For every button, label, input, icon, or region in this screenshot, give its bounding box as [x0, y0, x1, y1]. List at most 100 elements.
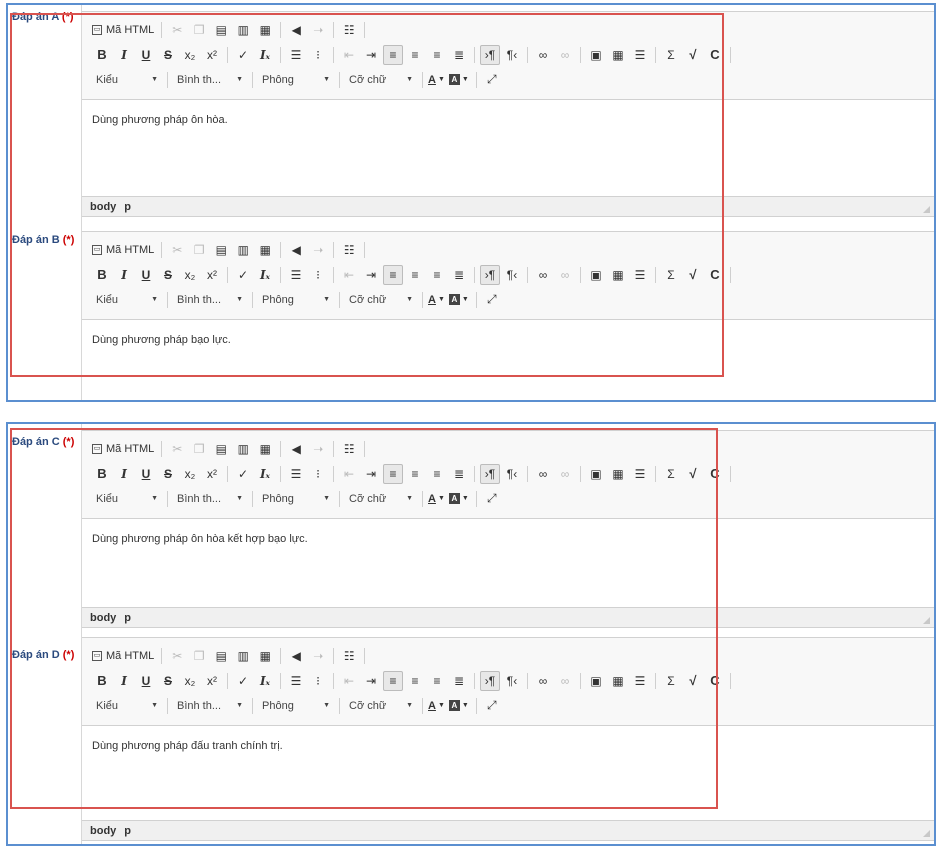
cut-icon[interactable]: ✂	[167, 646, 187, 666]
rtl-icon[interactable]: ¶‹	[502, 464, 522, 484]
source-button[interactable]: ▭ Mã HTML	[92, 650, 154, 662]
formula-icon[interactable]: Σ	[661, 464, 681, 484]
align-right-icon[interactable]: ≡	[427, 45, 447, 65]
bg-color-button[interactable]: A ▼	[448, 493, 469, 504]
editor-content[interactable]: Dùng phương pháp đấu tranh chính trị.	[82, 726, 934, 820]
sqrt-icon[interactable]: √	[683, 671, 703, 691]
copy-icon[interactable]: ❐	[189, 20, 209, 40]
underline-icon[interactable]: U	[136, 464, 156, 484]
size-combo[interactable]: Cỡ chữ ▼	[345, 493, 417, 505]
underline-icon[interactable]: U	[136, 671, 156, 691]
superscript-icon[interactable]: x²	[202, 265, 222, 285]
strikethrough-icon[interactable]: S	[158, 464, 178, 484]
chem-icon[interactable]: C	[705, 671, 725, 691]
undo-icon[interactable]: ◀	[286, 646, 306, 666]
image-icon[interactable]: ▣	[586, 464, 606, 484]
copy-format-icon[interactable]: ✓	[233, 265, 253, 285]
numbered-list-icon[interactable]: ☰	[286, 671, 306, 691]
image-icon[interactable]: ▣	[586, 45, 606, 65]
size-combo[interactable]: Cỡ chữ ▼	[345, 74, 417, 86]
template-icon[interactable]: ☷	[339, 240, 359, 260]
indent-icon[interactable]: ⇥	[361, 45, 381, 65]
bulleted-list-icon[interactable]: ⁝	[308, 45, 328, 65]
subscript-icon[interactable]: x₂	[180, 464, 200, 484]
link-icon[interactable]: ∞	[533, 464, 553, 484]
formula-icon[interactable]: Σ	[661, 45, 681, 65]
undo-icon[interactable]: ◀	[286, 240, 306, 260]
paste-word-icon[interactable]: ▦	[255, 20, 275, 40]
bold-icon[interactable]: B	[92, 265, 112, 285]
resize-grip-icon[interactable]	[923, 206, 930, 213]
justify-icon[interactable]: ≣	[449, 464, 469, 484]
align-left-icon[interactable]: ≡	[383, 670, 403, 691]
cut-icon[interactable]: ✂	[167, 20, 187, 40]
format-combo[interactable]: Bình th... ▼	[173, 294, 247, 306]
horizontal-rule-icon[interactable]: ☰	[630, 45, 650, 65]
ltr-icon[interactable]: ›¶	[480, 44, 500, 65]
redo-icon[interactable]: ➝	[308, 20, 328, 40]
align-center-icon[interactable]: ≡	[405, 464, 425, 484]
copy-format-icon[interactable]: ✓	[233, 671, 253, 691]
chem-icon[interactable]: C	[705, 464, 725, 484]
remove-format-icon[interactable]: Iₓ	[255, 265, 275, 285]
strikethrough-icon[interactable]: S	[158, 265, 178, 285]
maximize-icon[interactable]: ⤢	[482, 696, 502, 716]
rtl-icon[interactable]: ¶‹	[502, 265, 522, 285]
editor-content[interactable]: Dùng phương pháp ôn hòa.	[82, 100, 934, 196]
path-p[interactable]: p	[124, 201, 131, 213]
outdent-icon[interactable]: ⇤	[339, 45, 359, 65]
strikethrough-icon[interactable]: S	[158, 671, 178, 691]
justify-icon[interactable]: ≣	[449, 265, 469, 285]
unlink-icon[interactable]: ∞	[555, 45, 575, 65]
image-icon[interactable]: ▣	[586, 265, 606, 285]
size-combo[interactable]: Cỡ chữ ▼	[345, 294, 417, 306]
ltr-icon[interactable]: ›¶	[480, 264, 500, 285]
size-combo[interactable]: Cỡ chữ ▼	[345, 700, 417, 712]
cut-icon[interactable]: ✂	[167, 439, 187, 459]
table-icon[interactable]: ▦	[608, 464, 628, 484]
editor-content[interactable]: Dùng phương pháp ôn hòa kết hợp bạo lực.	[82, 519, 934, 607]
underline-icon[interactable]: U	[136, 265, 156, 285]
italic-icon[interactable]: I	[114, 45, 134, 65]
link-icon[interactable]: ∞	[533, 671, 553, 691]
bold-icon[interactable]: B	[92, 671, 112, 691]
align-center-icon[interactable]: ≡	[405, 45, 425, 65]
horizontal-rule-icon[interactable]: ☰	[630, 464, 650, 484]
indent-icon[interactable]: ⇥	[361, 265, 381, 285]
bold-icon[interactable]: B	[92, 464, 112, 484]
style-combo[interactable]: Kiểu ▼	[92, 74, 162, 86]
resize-grip-icon[interactable]	[923, 830, 930, 837]
link-icon[interactable]: ∞	[533, 45, 553, 65]
style-combo[interactable]: Kiểu ▼	[92, 700, 162, 712]
font-combo[interactable]: Phông ▼	[258, 700, 334, 712]
numbered-list-icon[interactable]: ☰	[286, 265, 306, 285]
bg-color-button[interactable]: A ▼	[448, 700, 469, 711]
align-right-icon[interactable]: ≡	[427, 265, 447, 285]
paste-icon[interactable]: ▤	[211, 240, 231, 260]
resize-grip-icon[interactable]	[923, 617, 930, 624]
font-combo[interactable]: Phông ▼	[258, 74, 334, 86]
sqrt-icon[interactable]: √	[683, 265, 703, 285]
ltr-icon[interactable]: ›¶	[480, 670, 500, 691]
ltr-icon[interactable]: ›¶	[480, 463, 500, 484]
superscript-icon[interactable]: x²	[202, 671, 222, 691]
bold-icon[interactable]: B	[92, 45, 112, 65]
bg-color-button[interactable]: A ▼	[448, 294, 469, 305]
style-combo[interactable]: Kiểu ▼	[92, 294, 162, 306]
align-left-icon[interactable]: ≡	[383, 44, 403, 65]
template-icon[interactable]: ☷	[339, 20, 359, 40]
paste-word-icon[interactable]: ▦	[255, 439, 275, 459]
remove-format-icon[interactable]: Iₓ	[255, 464, 275, 484]
horizontal-rule-icon[interactable]: ☰	[630, 265, 650, 285]
font-combo[interactable]: Phông ▼	[258, 294, 334, 306]
sqrt-icon[interactable]: √	[683, 45, 703, 65]
text-color-button[interactable]: A ▼	[428, 74, 445, 86]
source-button[interactable]: ▭ Mã HTML	[92, 443, 154, 455]
remove-format-icon[interactable]: Iₓ	[255, 45, 275, 65]
align-center-icon[interactable]: ≡	[405, 265, 425, 285]
remove-format-icon[interactable]: Iₓ	[255, 671, 275, 691]
chem-icon[interactable]: C	[705, 45, 725, 65]
unlink-icon[interactable]: ∞	[555, 671, 575, 691]
copy-icon[interactable]: ❐	[189, 240, 209, 260]
outdent-icon[interactable]: ⇤	[339, 671, 359, 691]
